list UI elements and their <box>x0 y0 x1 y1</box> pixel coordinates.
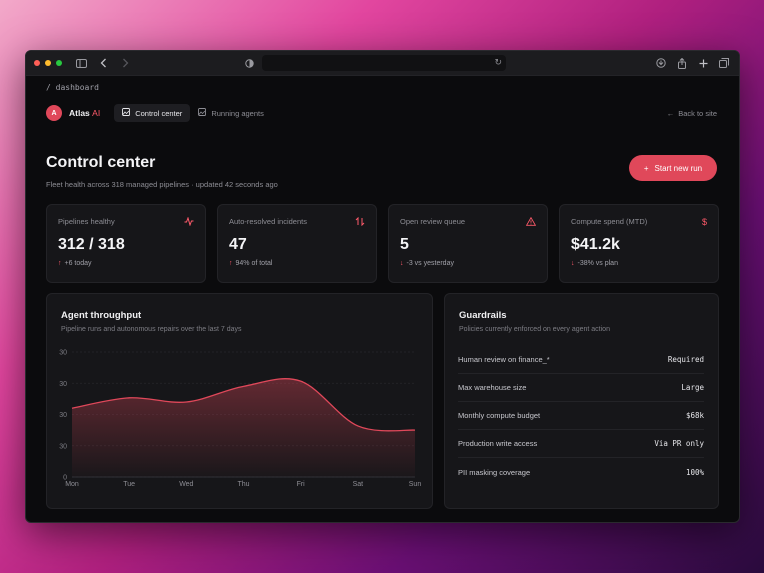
x-tick-label: Mon <box>65 481 79 488</box>
transfer-icon <box>355 216 365 228</box>
guardrail-row: PII masking coverage 100% <box>458 458 704 486</box>
x-tick-label: Sat <box>353 481 364 488</box>
download-icon[interactable] <box>654 56 668 70</box>
arrow-down-icon: ↓ <box>571 260 575 267</box>
guardrail-value: Large <box>681 383 704 392</box>
warning-icon <box>525 216 537 228</box>
tab-control-center-label: Control center <box>135 108 183 118</box>
arrow-down-icon: ↓ <box>400 260 404 267</box>
guardrail-row: Human review on finance_* Required <box>458 346 704 374</box>
guardrail-name: Monthly compute budget <box>458 411 541 420</box>
guardrail-value: Required <box>667 355 704 364</box>
x-tick-label: Fri <box>297 481 306 488</box>
sidebar-toggle-icon[interactable] <box>74 56 88 70</box>
stat-value: 5 <box>400 236 409 253</box>
guardrail-name: Max warehouse size <box>458 383 527 392</box>
guardrail-value: Via PR only <box>654 439 704 448</box>
window-controls <box>34 60 62 66</box>
image-icon <box>198 108 207 118</box>
stat-delta: ↓ -38% vs plan <box>571 260 707 267</box>
image-icon <box>122 108 131 118</box>
panels-row: Agent throughput Pipeline runs and auton… <box>26 293 739 509</box>
minimize-window-button[interactable] <box>45 60 51 66</box>
browser-window: ↻ / dashboard A Atlas AI Control center … <box>25 50 740 523</box>
y-tick-label: 30 <box>59 350 67 357</box>
tab-running-agents[interactable]: Running agents <box>190 104 272 122</box>
x-tick-label: Sun <box>409 481 422 488</box>
guardrail-row: Max warehouse size Large <box>458 374 704 402</box>
stat-delta-text: 94% of total <box>235 260 273 267</box>
dollar-icon: $ <box>701 217 707 227</box>
stat-delta: ↑ 94% of total <box>229 260 365 267</box>
stat-delta: ↓ -3 vs yesterday <box>400 260 536 267</box>
address-bar[interactable]: ↻ <box>262 55 506 71</box>
close-window-button[interactable] <box>34 60 40 66</box>
back-to-site-label: Back to site <box>678 108 717 118</box>
stat-value: $41.2k <box>571 236 620 253</box>
stat-label: Compute spend (MTD) <box>571 217 648 226</box>
stat-label: Open review queue <box>400 217 466 226</box>
privacy-shield-icon[interactable] <box>242 56 256 70</box>
y-tick-label: 30 <box>59 443 67 450</box>
guardrail-name: PII masking coverage <box>458 467 531 477</box>
tab-control-center[interactable]: Control center <box>114 104 191 122</box>
arrow-left-icon: ← <box>666 108 675 118</box>
stat-cards: Pipelines healthy 312 / 318 ↑ +6 today Au… <box>26 204 739 283</box>
plus-icon: + <box>643 163 649 173</box>
stat-label: Auto-resolved incidents <box>229 217 307 226</box>
maximize-window-button[interactable] <box>56 60 62 66</box>
guardrail-row: Monthly compute budget $68k <box>458 402 704 430</box>
back-arrow-icon[interactable] <box>96 56 110 70</box>
stat-value: 47 <box>229 236 247 253</box>
page-header: Control center Fleet health across 318 m… <box>26 130 739 204</box>
page-title: Control center <box>46 154 156 171</box>
top-nav: A Atlas AI Control center Running agents… <box>26 96 739 130</box>
breadcrumb: / dashboard <box>46 83 99 92</box>
stat-delta-text: -38% vs plan <box>577 260 618 267</box>
agent-throughput-panel: Agent throughput Pipeline runs and auton… <box>46 293 433 509</box>
brand-name: Atlas AI <box>69 108 100 118</box>
stat-value: 312 / 318 <box>58 236 125 253</box>
back-to-site-link[interactable]: ← Back to site <box>667 109 717 118</box>
panel-subtitle: Policies currently enforced on every age… <box>459 326 610 333</box>
share-icon[interactable] <box>675 56 689 70</box>
guardrail-name: Production write access <box>458 439 538 448</box>
panel-title: Guardrails <box>459 310 507 321</box>
tab-running-agents-label: Running agents <box>211 108 264 118</box>
page-subtitle: Fleet health across 318 managed pipeline… <box>46 180 278 189</box>
throughput-chart: 030303030Mon Tue Wed Thu Fri Sat Sun <box>59 350 422 489</box>
stat-card-review-queue: Open review queue 5 ↓ -3 vs yesterday <box>388 204 548 283</box>
forward-arrow-icon[interactable] <box>118 56 132 70</box>
arrow-up-icon: ↑ <box>58 260 62 267</box>
stat-card-pipelines-healthy: Pipelines healthy 312 / 318 ↑ +6 today <box>46 204 206 283</box>
guardrail-name: Human review on finance_* <box>458 355 550 364</box>
guardrail-value: $68k <box>685 411 704 420</box>
stat-label: Pipelines healthy <box>58 217 115 226</box>
browser-toolbar: ↻ <box>26 51 739 76</box>
pulse-icon <box>184 216 194 228</box>
x-tick-label: Tue <box>123 481 135 488</box>
reload-icon[interactable]: ↻ <box>494 57 502 68</box>
brand-name-text: Atlas <box>69 108 90 118</box>
guardrail-value: 100% <box>685 467 704 477</box>
x-tick-label: Wed <box>179 481 193 488</box>
start-new-run-button[interactable]: + Start new run <box>629 155 717 181</box>
stat-card-compute-spend: Compute spend (MTD) $ $41.2k ↓ -38% vs pl… <box>559 204 719 283</box>
stat-delta: ↑ +6 today <box>58 260 194 267</box>
stat-delta-text: +6 today <box>64 260 92 267</box>
y-tick-label: 30 <box>59 412 67 419</box>
start-new-run-label: Start new run <box>654 163 703 173</box>
brand-accent-text: AI <box>92 108 101 118</box>
tab-overview-icon[interactable] <box>717 56 731 70</box>
guardrail-row: Production write access Via PR only <box>458 430 704 458</box>
guardrails-panel: Guardrails Policies currently enforced o… <box>444 293 719 509</box>
stat-delta-text: -3 vs yesterday <box>406 260 454 267</box>
brand-logo[interactable]: A <box>46 105 62 121</box>
arrow-up-icon: ↑ <box>229 260 233 267</box>
x-tick-label: Thu <box>237 481 249 488</box>
stat-card-auto-resolved: Auto-resolved incidents 47 ↑ 94% of total <box>217 204 377 283</box>
new-tab-icon[interactable] <box>696 56 710 70</box>
y-tick-label: 30 <box>59 381 67 388</box>
